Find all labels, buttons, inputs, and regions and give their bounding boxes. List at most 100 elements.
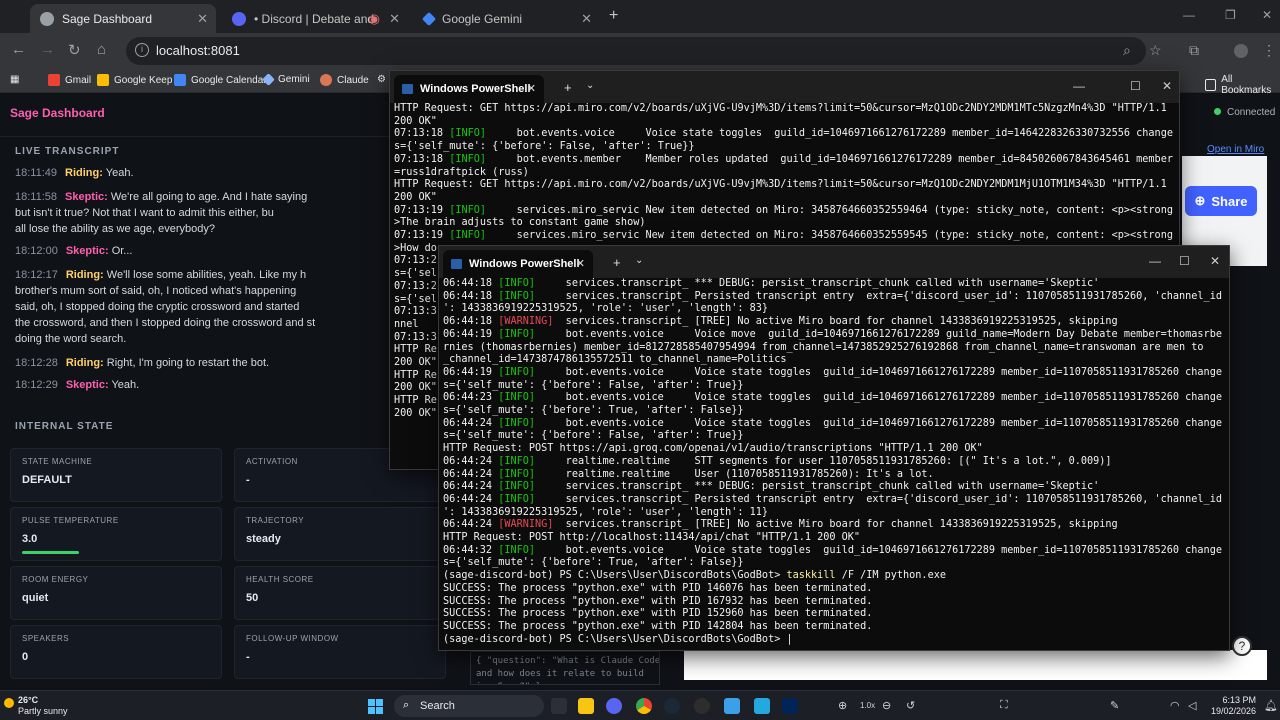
new-tab-icon[interactable]: + — [564, 80, 572, 95]
weather-widget[interactable]: 26°C Partly sunny — [4, 695, 68, 717]
profile-avatar[interactable] — [1234, 44, 1248, 58]
timestamp: 18:11:49 — [15, 167, 58, 179]
tab-sage-dashboard[interactable]: Sage Dashboard ✕ — [30, 4, 216, 33]
taskbar-search[interactable]: ⌕ Search — [394, 695, 544, 717]
bookmark-label: Gemini — [278, 74, 310, 85]
extensions-icon[interactable]: ⧉ — [1189, 42, 1199, 59]
apps-icon[interactable]: ▦ — [10, 74, 19, 85]
bookmark-label: Gmail — [65, 74, 92, 86]
vscode-icon[interactable] — [754, 698, 770, 714]
all-bookmarks[interactable]: All Bookmarks — [1205, 74, 1280, 96]
close-icon[interactable]: ✕ — [1210, 254, 1220, 268]
minimize-icon[interactable]: — — [1149, 254, 1161, 268]
terminal-tab[interactable]: Windows PowerShell ✕ — [394, 75, 544, 103]
file-explorer-icon[interactable] — [578, 698, 594, 714]
minimize-icon[interactable]: — — [1073, 79, 1085, 93]
zoom-level: 1.0x — [860, 701, 876, 710]
powershell-icon — [451, 259, 462, 269]
bookmark-claude[interactable]: Claude — [320, 74, 369, 86]
bookmark-star-icon[interactable]: ☆ — [1149, 42, 1162, 59]
wifi-icon[interactable]: ◠ — [1170, 699, 1180, 712]
powershell-icon[interactable] — [782, 698, 798, 714]
steam-icon[interactable] — [664, 698, 680, 714]
share-button[interactable]: ⊕ Share — [1185, 186, 1257, 216]
bookmark-label: Google Keep — [114, 74, 173, 86]
terminal-line: ': 1433836919225319525, 'role': 'user', … — [443, 507, 1225, 520]
reload-icon[interactable]: ↻ — [68, 41, 81, 59]
chrome-icon[interactable] — [636, 698, 652, 714]
close-icon[interactable]: ✕ — [576, 257, 585, 270]
maximize-icon[interactable]: ☐ — [1130, 79, 1141, 93]
chevron-down-icon[interactable]: ⌄ — [586, 80, 594, 91]
app-icon[interactable] — [724, 698, 740, 714]
terminal-text: HTTP Request: POST https://api.groq.com/… — [443, 443, 983, 455]
close-icon[interactable]: ✕ — [197, 11, 208, 27]
terminal-line: _channel_id=1473874786135572511 to_chann… — [443, 354, 1225, 367]
terminal-output[interactable]: 06:44:18 [INFO] services.transcript_ ***… — [443, 278, 1225, 650]
tab-title: • Discord | Debate and let Sage h — [254, 11, 374, 26]
card-label: SPEAKERS — [22, 634, 70, 643]
task-view-icon[interactable] — [551, 698, 567, 714]
powershell-window-front[interactable]: Windows PowerShell ✕ + ⌄ — ☐ ✕ 06:44:18 [… — [438, 245, 1230, 651]
terminal-text: 06:44:23 — [443, 392, 499, 404]
terminal-text: =russ1draftpick (russ) — [394, 166, 529, 178]
card-value: DEFAULT — [22, 474, 72, 486]
close-window-icon[interactable]: ✕ — [1262, 8, 1272, 22]
bookmark-calendar[interactable]: Google Calendar — [174, 74, 267, 86]
restore-icon[interactable]: ❐ — [1225, 8, 1236, 22]
discord-icon[interactable] — [606, 698, 622, 714]
minimize-icon[interactable]: — — [1183, 8, 1195, 22]
bookmark-gemini[interactable]: Gemini — [262, 73, 310, 86]
transcript-text: Right, I'm going to restart the bot. — [106, 357, 270, 369]
state-card: FOLLOW-UP WINDOW - — [234, 625, 446, 679]
tab-gemini[interactable]: Google Gemini ✕ — [414, 4, 600, 33]
undo-icon[interactable]: ↺ — [906, 699, 915, 712]
card-value: quiet — [22, 592, 49, 604]
terminal-text: [INFO] — [498, 366, 536, 378]
speaker-name: Skeptic: — [65, 245, 109, 257]
close-icon[interactable]: ✕ — [527, 82, 536, 95]
zoom-in-icon[interactable]: ⊕ — [838, 699, 847, 712]
address-bar[interactable]: i localhost:8081 — [126, 37, 1146, 65]
terminal-line: 06:44:24 [INFO] realtime.realtime STT se… — [443, 456, 1225, 469]
windows-start-icon[interactable] — [368, 699, 383, 714]
terminal-line: HTTP Request: POST https://api.groq.com/… — [443, 443, 1225, 456]
new-tab-button[interactable]: + — [609, 7, 618, 25]
volume-icon[interactable]: ◁ — [1188, 699, 1196, 712]
help-icon[interactable]: ? — [1232, 636, 1252, 656]
speaker-name: Riding: — [65, 167, 103, 179]
screenshot-icon[interactable]: ⛶ — [1000, 699, 1008, 712]
app-icon[interactable] — [694, 698, 710, 714]
zoom-out-icon[interactable]: ⊖ — [882, 699, 891, 712]
open-in-miro-link[interactable]: Open in Miro — [1207, 144, 1264, 155]
terminal-text: [INFO] — [498, 481, 536, 493]
claude-icon — [320, 74, 332, 86]
question-chip: { "question": "What is Claude Code and h… — [470, 651, 660, 685]
terminal-text: [INFO] — [498, 544, 536, 556]
site-info-icon[interactable]: i — [135, 43, 149, 57]
back-arrow-icon[interactable]: ← — [11, 41, 26, 58]
notification-icon[interactable]: 🔔︎ — [1264, 699, 1278, 712]
terminal-text: services.transcript_ [TREE] No active Mi… — [553, 316, 1118, 328]
chevron-down-icon[interactable]: ⌄ — [635, 255, 643, 266]
menu-icon[interactable]: ⋮ — [1262, 42, 1276, 59]
forward-arrow-icon[interactable]: → — [40, 41, 55, 58]
bookmark-gmail[interactable]: Gmail — [48, 74, 91, 86]
terminal-tab[interactable]: Windows PowerShell ✕ — [443, 250, 593, 278]
new-tab-icon[interactable]: + — [613, 255, 621, 270]
close-icon[interactable]: ✕ — [1162, 79, 1172, 93]
maximize-icon[interactable]: ☐ — [1179, 254, 1190, 268]
card-label: STATE MACHINE — [22, 457, 93, 466]
close-icon[interactable]: ✕ — [389, 11, 400, 27]
bookmark-keep[interactable]: Google Keep — [97, 74, 172, 86]
home-icon[interactable]: ⌂ — [97, 41, 106, 58]
bookmark-label: Claude — [337, 74, 369, 86]
clock[interactable]: 6:13 PM 19/02/2026 — [1206, 695, 1256, 717]
transcript-text: the crossword, and then I stopped doing … — [15, 317, 316, 329]
zoom-icon[interactable]: ⌕ — [1123, 42, 1131, 59]
close-icon[interactable]: ✕ — [581, 11, 592, 27]
tab-title: Sage Dashboard — [62, 11, 153, 26]
tab-discord[interactable]: • Discord | Debate and let Sage h ◉ ✕ — [222, 4, 408, 33]
pen-icon[interactable]: ✎ — [1110, 699, 1119, 712]
settings-icon[interactable]: ⚙ — [377, 74, 386, 85]
